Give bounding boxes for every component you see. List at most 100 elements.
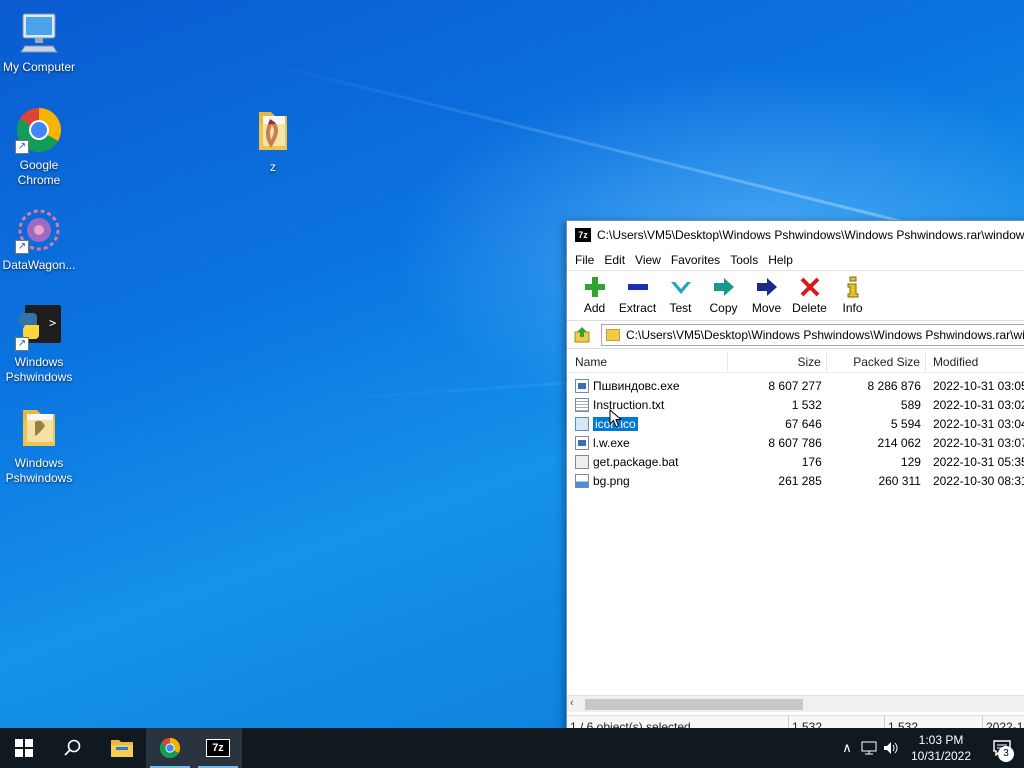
menu-bar: File Edit View Favorites Tools Help xyxy=(567,249,1024,271)
file-packed-size: 8 286 876 xyxy=(867,378,921,393)
file-row[interactable]: Instruction.txt 1 532 589 2022-10-31 03:… xyxy=(567,395,1024,414)
file-name: bg.png xyxy=(593,473,630,488)
column-header-name[interactable]: Name xyxy=(567,350,728,373)
file-modified: 2022-10-31 03:05 xyxy=(932,378,1024,393)
folder-icon xyxy=(606,328,620,341)
shortcut-arrow-icon: ↗ xyxy=(15,140,29,154)
scroll-left-icon[interactable]: ‹ xyxy=(570,697,574,709)
window-title: C:\Users\VM5\Desktop\Windows Pshwindows\… xyxy=(597,228,1024,242)
batch-file-icon xyxy=(575,454,589,469)
address-bar: C:\Users\VM5\Desktop\Windows Pshwindows\… xyxy=(567,321,1024,349)
file-row[interactable]: bg.png 261 285 260 311 2022-10-30 08:31 xyxy=(567,471,1024,490)
system-tray: ∧ 1:03 PM 10/31/2022 3 xyxy=(836,728,1024,768)
file-packed-size: 260 311 xyxy=(878,473,921,488)
file-packed-size: 214 062 xyxy=(877,435,921,450)
7zip-app-icon: 7z xyxy=(575,228,591,242)
search-button[interactable] xyxy=(48,728,96,768)
file-row-selected[interactable]: icon.ico 67 646 5 594 2022-10-31 03:04 xyxy=(567,414,1024,433)
file-row[interactable]: get.package.bat 176 129 2022-10-31 05:35 xyxy=(567,452,1024,471)
test-button[interactable]: Test xyxy=(659,271,702,320)
7zip-app-icon: 7z xyxy=(206,739,230,757)
taskbar-7zip[interactable]: 7z xyxy=(194,728,242,768)
scrollbar-thumb[interactable] xyxy=(585,699,803,710)
extract-button[interactable]: Extract xyxy=(616,271,659,320)
clock-time: 1:03 PM xyxy=(918,733,964,747)
desktop-icon-label: DataWagon... xyxy=(2,258,76,272)
add-button[interactable]: Add xyxy=(573,271,616,320)
menu-view[interactable]: View xyxy=(630,253,666,267)
volume-icon[interactable] xyxy=(880,728,902,768)
taskbar-google-chrome[interactable] xyxy=(146,728,194,768)
status-selection: 1 / 6 object(s) selected xyxy=(567,716,789,728)
horizontal-scrollbar[interactable]: ‹ xyxy=(567,695,1024,712)
folder-icon xyxy=(249,108,297,156)
status-bar: 1 / 6 object(s) selected 1 532 1 532 202… xyxy=(567,715,1024,728)
column-header-modified[interactable]: Modified xyxy=(926,351,1024,373)
file-modified: 2022-10-30 08:31 xyxy=(932,473,1024,488)
desktop-icon-google-chrome[interactable]: ↗ Google Chrome xyxy=(0,106,78,188)
desktop-icon-windows-pshwindows-shortcut[interactable]: > ↗ Windows Pshwindows xyxy=(0,303,78,385)
copy-button-label: Copy xyxy=(709,301,738,315)
file-packed-size: 589 xyxy=(900,397,921,412)
file-explorer-icon xyxy=(111,740,133,757)
file-name: Instruction.txt xyxy=(593,397,665,412)
info-button[interactable]: Info xyxy=(831,271,874,320)
info-icon xyxy=(847,276,858,298)
file-modified: 2022-10-31 03:02 xyxy=(932,397,1024,412)
start-button[interactable] xyxy=(0,728,48,768)
file-size: 67 646 xyxy=(785,416,822,431)
python-terminal-icon: > ↗ xyxy=(15,303,63,351)
delete-button-label: Delete xyxy=(792,301,827,315)
file-row[interactable]: Пшвиндовс.exe 8 607 277 8 286 876 2022-1… xyxy=(567,376,1024,395)
network-icon[interactable] xyxy=(858,728,880,768)
svg-text:>: > xyxy=(49,316,56,330)
desktop[interactable]: My Computer ↗ Google Chrome ↗ DataWagon.… xyxy=(0,0,1024,728)
move-button[interactable]: Move xyxy=(745,271,788,320)
x-icon xyxy=(800,277,819,297)
window-titlebar[interactable]: 7z C:\Users\VM5\Desktop\Windows Pshwindo… xyxy=(567,221,1024,249)
file-modified: 2022-10-31 03:07 xyxy=(932,435,1024,450)
add-button-label: Add xyxy=(583,301,606,315)
status-modified: 2022-1 xyxy=(986,720,1024,728)
extract-button-label: Extract xyxy=(618,301,657,315)
file-name: l.w.exe xyxy=(593,435,630,450)
file-size: 8 607 277 xyxy=(768,378,822,393)
shortcut-arrow-icon: ↗ xyxy=(15,240,29,254)
file-row[interactable]: l.w.exe 8 607 786 214 062 2022-10-31 03:… xyxy=(567,433,1024,452)
up-folder-button[interactable] xyxy=(571,324,593,346)
delete-button[interactable]: Delete xyxy=(788,271,831,320)
status-size: 1 532 xyxy=(789,716,885,728)
menu-edit[interactable]: Edit xyxy=(599,253,630,267)
windows-logo-icon xyxy=(15,739,33,757)
file-list[interactable]: Name Size Packed Size Modified Пшвиндовс… xyxy=(567,350,1024,691)
menu-help[interactable]: Help xyxy=(763,253,798,267)
taskbar-file-explorer[interactable] xyxy=(98,728,146,768)
file-size: 8 607 786 xyxy=(768,435,822,450)
copy-button[interactable]: Copy xyxy=(702,271,745,320)
copy-arrow-icon xyxy=(713,278,734,296)
show-hidden-icons-chevron-up-icon[interactable]: ∧ xyxy=(836,728,858,768)
column-header-packed-size[interactable]: Packed Size xyxy=(827,350,926,373)
file-name: get.package.bat xyxy=(593,454,679,469)
chrome-icon xyxy=(159,737,181,759)
plus-icon xyxy=(584,277,605,297)
file-size: 176 xyxy=(801,454,822,469)
file-packed-size: 129 xyxy=(900,454,921,469)
desktop-icon-windows-pshwindows-folder[interactable]: Windows Pshwindows xyxy=(0,404,78,486)
desktop-icon-label: z xyxy=(270,160,276,174)
menu-file[interactable]: File xyxy=(570,253,599,267)
menu-tools[interactable]: Tools xyxy=(725,253,763,267)
desktop-icon-datawagon[interactable]: ↗ DataWagon... xyxy=(0,206,78,273)
path-input[interactable]: C:\Users\VM5\Desktop\Windows Pshwindows\… xyxy=(601,323,1024,346)
column-header-size[interactable]: Size xyxy=(728,350,827,373)
7zip-file-manager-window[interactable]: 7z C:\Users\VM5\Desktop\Windows Pshwindo… xyxy=(566,220,1024,728)
file-size: 261 285 xyxy=(778,473,822,488)
desktop-icon-my-computer[interactable]: My Computer xyxy=(0,8,78,75)
notification-count-badge: 3 xyxy=(998,746,1014,762)
clock-date: 10/31/2022 xyxy=(910,749,972,763)
action-center-button[interactable]: 3 xyxy=(980,728,1024,768)
desktop-icon-label: Windows Pshwindows xyxy=(5,355,73,384)
menu-favorites[interactable]: Favorites xyxy=(666,253,725,267)
taskbar-clock[interactable]: 1:03 PM 10/31/2022 xyxy=(902,732,980,764)
desktop-icon-z[interactable]: z xyxy=(234,108,312,175)
